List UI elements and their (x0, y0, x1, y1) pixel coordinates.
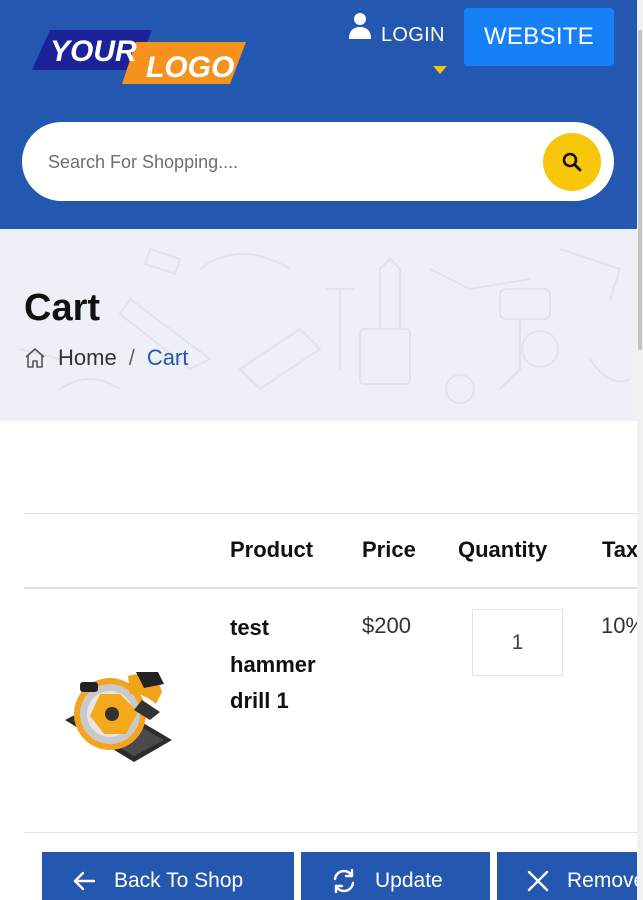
user-icon (349, 13, 371, 39)
page-title: Cart (24, 287, 101, 329)
search-input[interactable] (48, 144, 528, 180)
login-link[interactable]: LOGIN (348, 10, 458, 74)
column-header-price: Price (362, 537, 416, 562)
breadcrumb-current: Cart (146, 345, 189, 370)
caret-down-icon (433, 66, 447, 74)
table-header-divider (24, 587, 643, 589)
breadcrumb: Home / Cart (24, 343, 188, 373)
close-icon (527, 870, 549, 892)
product-price: $200 (362, 613, 411, 638)
breadcrumb-separator: / (128, 345, 135, 370)
product-name-link[interactable]: test hammer drill 1 (230, 610, 340, 720)
search-button[interactable] (543, 133, 601, 191)
page-scrollbar[interactable] (637, 0, 643, 900)
quantity-input[interactable] (472, 609, 563, 676)
page-banner: Cart Home / Cart (0, 229, 643, 421)
scrollbar-thumb[interactable] (638, 30, 642, 350)
table-top-divider (24, 513, 643, 514)
login-label: LOGIN (381, 24, 445, 46)
logo-text-your: YOUR (50, 35, 137, 68)
arrow-left-icon (73, 871, 96, 891)
column-header-quantity: Quantity (458, 537, 548, 562)
search-icon (562, 152, 582, 172)
product-image[interactable] (60, 654, 175, 764)
logo-text-logo: LOGO (146, 51, 234, 84)
back-to-shop-button[interactable]: Back To Shop (42, 852, 294, 900)
logo[interactable]: YOUR LOGO (32, 28, 246, 86)
update-cart-button[interactable]: Update (301, 852, 490, 900)
home-icon (25, 348, 45, 368)
remove-label: Remove (567, 869, 643, 892)
update-label: Update (375, 869, 443, 892)
refresh-icon (333, 869, 355, 893)
site-header: YOUR LOGO LOGIN WEBSITE (0, 0, 643, 229)
search-bar (22, 122, 614, 201)
breadcrumb-home-link[interactable]: Home (58, 345, 117, 371)
website-button[interactable]: WEBSITE (464, 8, 614, 66)
back-to-shop-label: Back To Shop (114, 869, 244, 892)
remove-item-button[interactable]: Remove (497, 852, 643, 900)
column-header-tax: Tax (602, 537, 639, 562)
table-bottom-divider (24, 832, 643, 833)
column-header-product: Product (230, 537, 314, 562)
